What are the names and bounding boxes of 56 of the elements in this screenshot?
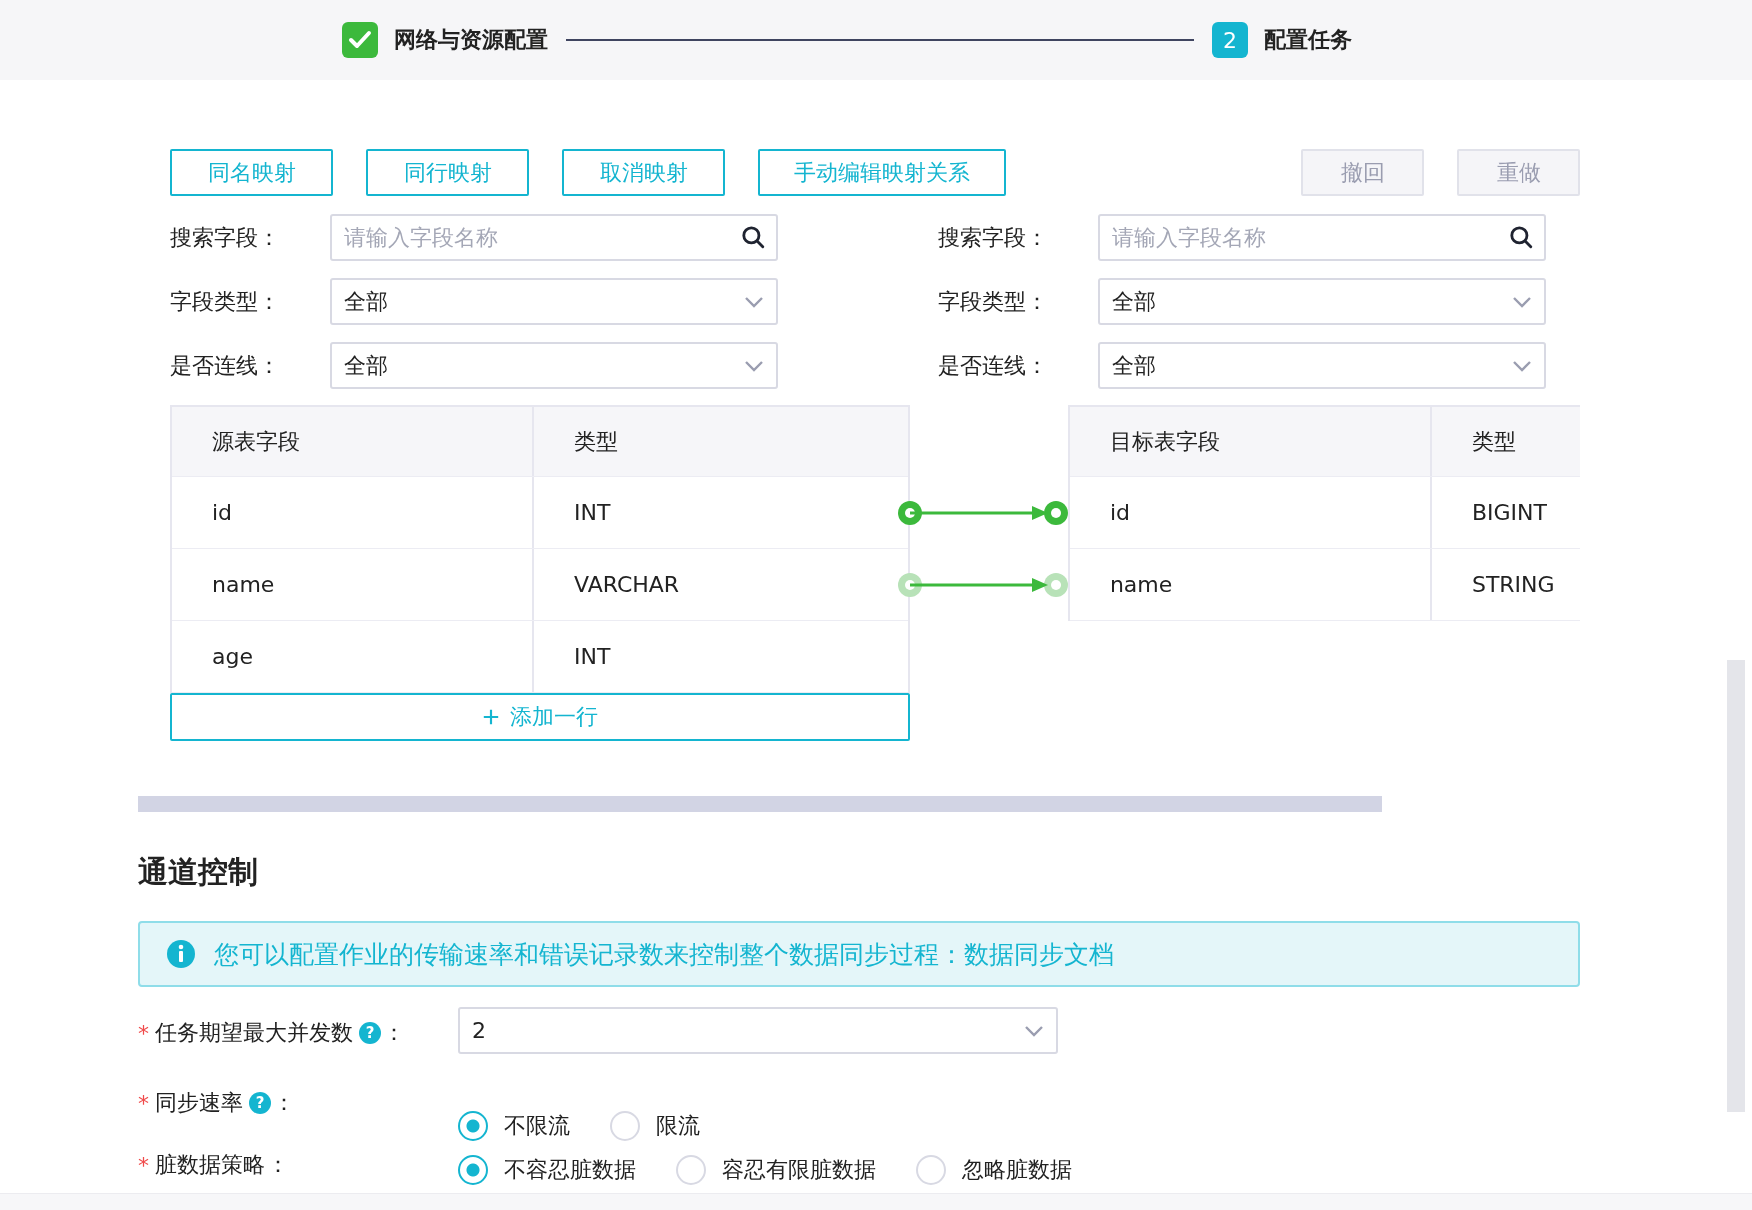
concurrency-select[interactable]: 2 <box>458 1007 1058 1054</box>
radio-option[interactable]: 限流 <box>610 1103 700 1149</box>
linked-select[interactable]: 全部 <box>330 342 778 389</box>
field-label: 任务期望最大并发数 <box>155 1019 353 1047</box>
field-label: 搜索字段： <box>938 223 1049 252</box>
table-cell-text: INT <box>573 643 612 671</box>
step-number: 2 <box>1212 22 1248 58</box>
chevron-down-icon <box>744 295 764 308</box>
radio-option[interactable]: 不容忍脏数据 <box>458 1151 636 1189</box>
table-cell-text: VARCHAR <box>573 571 681 599</box>
section-title: 通道控制 <box>138 853 259 891</box>
field-label: 字段类型： <box>938 287 1049 316</box>
info-icon <box>166 939 196 969</box>
field-label: 搜索字段： <box>170 223 281 252</box>
linked-select[interactable]: 全部 <box>1098 342 1546 389</box>
column-header: 目标表字段 <box>1069 407 1432 476</box>
label-colon: ： <box>267 1151 289 1179</box>
table-cell-text: STRING <box>1470 571 1556 599</box>
required-marker: * <box>138 1020 149 1046</box>
table-cell: id <box>172 477 534 548</box>
label-colon: ： <box>273 1089 295 1117</box>
search-field[interactable]: 请输入字段名称 <box>330 214 778 261</box>
step-label: 配置任务 <box>1264 26 1352 54</box>
field-label: 同步速率 <box>155 1089 243 1117</box>
table-cell-text: INT <box>573 499 612 527</box>
chevron-down-icon <box>1024 1024 1044 1037</box>
vertical-scrollbar[interactable] <box>1727 660 1745 1112</box>
field-label: 是否连线： <box>170 351 281 380</box>
type-select[interactable]: 全部 <box>330 278 778 325</box>
chevron-down-icon <box>744 359 764 372</box>
column-header: 类型 <box>573 427 619 456</box>
field-label: 是否连线： <box>938 351 1049 380</box>
search-field[interactable]: 请输入字段名称 <box>1098 214 1546 261</box>
radio-option[interactable]: 容忍有限脏数据 <box>676 1151 876 1189</box>
label-colon: ： <box>383 1019 405 1047</box>
radio-option[interactable]: 忽略脏数据 <box>916 1151 1072 1189</box>
info-text: 您可以配置作业的传输速率和错误记录数来控制整个数据同步过程：数据同步文档 <box>214 938 1114 971</box>
table-cell-text: BIGINT <box>1470 499 1548 527</box>
column-header: 类型 <box>1470 427 1517 456</box>
search-icon <box>740 224 766 250</box>
plus-icon <box>482 708 500 726</box>
chevron-down-icon <box>1512 359 1532 372</box>
step-label: 网络与资源配置 <box>394 26 548 54</box>
radio-option[interactable]: 不限流 <box>458 1103 570 1149</box>
table-cell: name <box>172 549 534 620</box>
field-label: 脏数据策略 <box>155 1151 265 1179</box>
field-label: 字段类型： <box>170 287 281 316</box>
horizontal-scrollbar[interactable] <box>138 796 1382 812</box>
column-header: 源表字段 <box>172 407 534 476</box>
chevron-down-icon <box>1512 295 1532 308</box>
type-select[interactable]: 全部 <box>1098 278 1546 325</box>
table-cell: name <box>1069 549 1432 620</box>
search-icon <box>1508 224 1534 250</box>
table-cell: id <box>1069 477 1432 548</box>
required-marker: * <box>138 1152 149 1178</box>
required-marker: * <box>138 1090 149 1116</box>
